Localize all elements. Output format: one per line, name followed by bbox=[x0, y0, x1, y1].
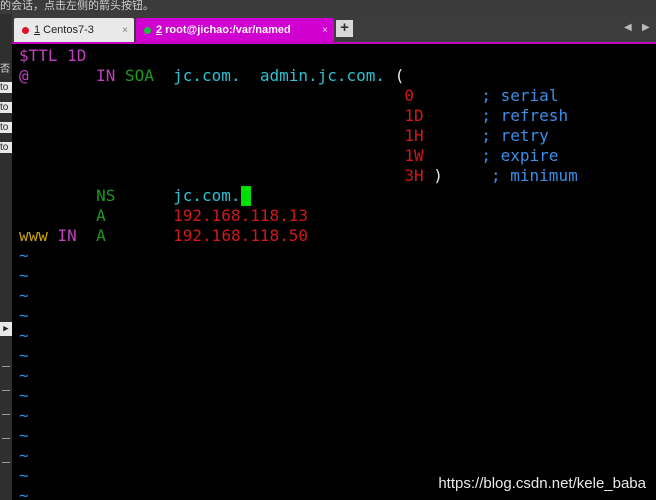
editor-line: 1H ; retry bbox=[19, 126, 549, 146]
editor-token: ; expire bbox=[423, 146, 559, 165]
left-panel-item[interactable]: to bbox=[0, 142, 12, 153]
text-cursor bbox=[240, 186, 251, 206]
status-dot-icon bbox=[22, 26, 29, 34]
editor-token: ; refresh bbox=[423, 106, 569, 125]
editor-token: 192.168.118.13 bbox=[105, 206, 308, 225]
editor-token: NS bbox=[19, 186, 116, 205]
editor-line: 1D ; refresh bbox=[19, 106, 568, 126]
panel-divider bbox=[2, 414, 10, 415]
empty-line-tilde: ~ bbox=[19, 266, 29, 285]
editor-line: $TTL 1D bbox=[19, 46, 86, 66]
editor-token: A bbox=[76, 226, 106, 245]
editor-token: jc.com. admin.jc.com. bbox=[153, 66, 395, 85]
editor-line: www IN A 192.168.118.50 bbox=[19, 226, 308, 246]
editor-line: 0 ; serial bbox=[19, 86, 558, 106]
empty-line-tilde: ~ bbox=[19, 426, 29, 445]
add-tab-button[interactable]: + bbox=[336, 20, 353, 37]
empty-line-tilde: ~ bbox=[19, 326, 29, 345]
editor-token: jc.com. bbox=[115, 186, 241, 205]
editor-token: @ bbox=[19, 66, 29, 85]
editor-token: ; serial bbox=[413, 86, 559, 105]
editor-token: www bbox=[19, 226, 48, 245]
left-panel-item[interactable]: to bbox=[0, 82, 12, 93]
empty-line-tilde: ~ bbox=[19, 466, 29, 485]
empty-line-tilde: ~ bbox=[19, 366, 29, 385]
editor-token: 1H bbox=[19, 126, 424, 145]
panel-divider bbox=[2, 390, 10, 391]
close-icon[interactable]: × bbox=[322, 25, 328, 36]
editor-token: ) bbox=[423, 166, 443, 185]
tab-centos7-3[interactable]: 1 Centos7-3 × bbox=[14, 18, 134, 42]
panel-divider bbox=[2, 462, 10, 463]
empty-line-tilde: ~ bbox=[19, 406, 29, 425]
left-panel-item[interactable]: to bbox=[0, 122, 12, 133]
editor-token: IN bbox=[28, 66, 125, 85]
editor-token: IN bbox=[47, 226, 77, 245]
tab-prev-icon[interactable]: ◀ bbox=[624, 22, 632, 33]
editor-line: NS jc.com. bbox=[19, 186, 251, 206]
editor-token: ( bbox=[394, 66, 405, 85]
editor-line: 1W ; expire bbox=[19, 146, 558, 166]
tab-label: root@jichao:/var/named bbox=[165, 24, 291, 36]
terminal-editor[interactable]: $TTL 1D @ IN SOA jc.com. admin.jc.com. ( … bbox=[12, 44, 656, 500]
left-panel-item[interactable]: 否 bbox=[0, 60, 10, 75]
empty-line-tilde: ~ bbox=[19, 386, 29, 405]
editor-line: A 192.168.118.13 bbox=[19, 206, 308, 226]
app-hint-text: 的会话，点击左侧的箭头按钮。 bbox=[0, 0, 154, 12]
empty-line-tilde: ~ bbox=[19, 446, 29, 465]
tab-label: Centos7-3 bbox=[43, 24, 94, 36]
empty-line-tilde: ~ bbox=[19, 486, 29, 500]
editor-token: 1D bbox=[19, 106, 424, 125]
editor-token: ; minimum bbox=[442, 166, 578, 185]
editor-line: 3H ) ; minimum bbox=[19, 166, 578, 186]
session-tab-bar: 1 Centos7-3 × 2 root@jichao:/var/named ×… bbox=[12, 14, 656, 44]
editor-token: A bbox=[19, 206, 106, 225]
tab-number: 1 bbox=[34, 24, 41, 36]
close-icon[interactable]: × bbox=[122, 25, 128, 36]
left-panel-item[interactable]: to bbox=[0, 102, 12, 113]
tab-next-icon[interactable]: ▶ bbox=[642, 22, 650, 33]
empty-line-tilde: ~ bbox=[19, 286, 29, 305]
editor-token: ; retry bbox=[423, 126, 549, 145]
panel-divider bbox=[2, 366, 10, 367]
empty-line-tilde: ~ bbox=[19, 306, 29, 325]
watermark: https://blog.csdn.net/kele_baba bbox=[438, 475, 646, 492]
status-dot-icon bbox=[144, 26, 151, 34]
tab-number: 2 bbox=[156, 24, 163, 36]
expand-arrow-icon[interactable]: ▶ bbox=[0, 322, 12, 336]
empty-line-tilde: ~ bbox=[19, 246, 29, 265]
editor-line: @ IN SOA jc.com. admin.jc.com. ( bbox=[19, 66, 404, 86]
editor-token: 192.168.118.50 bbox=[105, 226, 309, 245]
editor-token: $TTL 1D bbox=[19, 46, 87, 65]
app-top-strip: 的会话，点击左侧的箭头按钮。 bbox=[0, 0, 656, 14]
editor-token: SOA bbox=[124, 66, 154, 85]
tab-root-jichao[interactable]: 2 root@jichao:/var/named × bbox=[136, 18, 334, 42]
panel-divider bbox=[2, 438, 10, 439]
editor-token: 3H bbox=[19, 166, 424, 185]
empty-line-tilde: ~ bbox=[19, 346, 29, 365]
editor-token: 1W bbox=[19, 146, 424, 165]
editor-token: 0 bbox=[19, 86, 414, 105]
left-side-panel: 否 to to to to ▶ bbox=[0, 14, 12, 500]
